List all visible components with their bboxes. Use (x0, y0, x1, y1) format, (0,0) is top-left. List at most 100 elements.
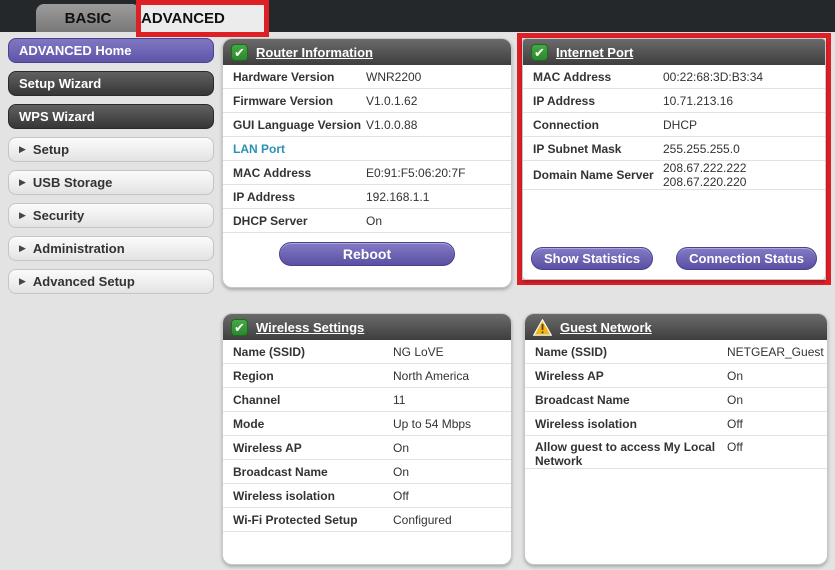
sidebar-item-label: ADVANCED Home (19, 43, 132, 58)
row-label: Allow guest to access My Local Network (535, 440, 716, 468)
row-value: 11 (393, 392, 406, 407)
wireless-settings-panel: ✔ Wireless Settings Name (SSID) NG LoVE Re… (222, 313, 512, 565)
sidebar-item-advanced-setup[interactable]: ▶ Advanced Setup (8, 269, 214, 294)
row-label: Broadcast Name (233, 464, 328, 479)
info-row: Wireless isolation Off (525, 412, 827, 436)
row-value: Off (727, 416, 743, 431)
router-information-header: ✔ Router Information (223, 39, 511, 65)
tab-advanced[interactable]: ADVANCED (141, 10, 264, 27)
chevron-right-icon: ▶ (19, 243, 26, 253)
info-row: MAC Address E0:91:F5:06:20:7F (223, 161, 511, 185)
sidebar-item-setup[interactable]: ▶ Setup (8, 137, 214, 162)
green-check-icon: ✔ (231, 43, 248, 61)
guest-network-panel: Guest Network Name (SSID) NETGEAR_Guest Wi… (524, 313, 828, 565)
warning-icon (533, 318, 552, 336)
row-label: Mode (233, 416, 265, 431)
sidebar-item-label: USB Storage (32, 175, 113, 190)
guest-network-rows: Name (SSID) NETGEAR_Guest Wireless AP On Bro… (525, 340, 827, 469)
sidebar-item-label: Setup (32, 142, 70, 157)
row-value: On (366, 213, 383, 228)
info-row: Firmware Version V1.0.1.62 (223, 89, 511, 113)
row-value: Off (393, 488, 409, 503)
row-label: Wi-Fi Protected Setup (233, 512, 358, 527)
internet-port-header: ✔ Internet Port (523, 39, 825, 65)
chevron-right-icon: ▶ (19, 144, 26, 154)
wireless-settings-rows: Name (SSID) NG LoVE Region North America Cha… (223, 340, 511, 532)
show-statistics-button[interactable]: Show Statistics (531, 247, 654, 270)
row-label: Wireless AP (233, 440, 302, 455)
row-value: Up to 54 Mbps (393, 416, 472, 431)
top-bar: BASIC ADVANCED (0, 0, 835, 37)
sidebar-item-advanced-home[interactable]: ADVANCED Home (8, 38, 214, 63)
sidebar-item-label: WPS Wizard (19, 109, 95, 124)
info-row: Mode Up to 54 Mbps (223, 412, 511, 436)
info-row: Name (SSID) NG LoVE (223, 340, 511, 364)
row-value: 10.71.213.16 (663, 93, 734, 108)
info-row: Wireless isolation Off (223, 484, 511, 508)
connection-status-button[interactable]: Connection Status (676, 247, 817, 270)
sidebar-item-label: Administration (32, 241, 125, 256)
row-value: V1.0.1.62 (366, 93, 418, 108)
row-value: On (727, 392, 744, 407)
router-information-rows: Hardware Version WNR2200 Firmware Version V… (223, 65, 511, 233)
info-row: IP Address 10.71.213.16 (523, 89, 825, 113)
sidebar: ADVANCED Home Setup Wizard WPS Wizard ▶ Setu… (8, 38, 214, 302)
guest-network-header: Guest Network (525, 314, 827, 340)
wireless-settings-header: ✔ Wireless Settings (223, 314, 511, 340)
row-label: IP Address (533, 93, 596, 108)
info-row: Wireless AP On (223, 436, 511, 460)
row-value: On (393, 464, 410, 479)
router-information-panel: ✔ Router Information Hardware Version WNR… (222, 38, 512, 288)
info-row: Wireless AP On (525, 364, 827, 388)
sidebar-item-label: Advanced Setup (32, 274, 135, 289)
row-label: Name (SSID) (233, 344, 306, 359)
row-label: IP Subnet Mask (533, 141, 622, 156)
row-value: North America (393, 368, 470, 383)
row-label: Firmware Version (233, 93, 334, 108)
row-value: Off (727, 440, 743, 454)
row-value: On (727, 368, 744, 383)
row-value: 255.255.255.0 (663, 141, 740, 156)
reboot-button[interactable]: Reboot (279, 242, 455, 266)
sidebar-item-label: Setup Wizard (19, 76, 102, 91)
router-information-title[interactable]: Router Information (256, 45, 373, 60)
sidebar-item-wps-wizard[interactable]: WPS Wizard (8, 104, 214, 129)
info-row: Connection DHCP (523, 113, 825, 137)
chevron-right-icon: ▶ (19, 210, 26, 220)
row-value: 208.67.222.222 208.67.220.220 (663, 161, 747, 189)
info-row: Hardware Version WNR2200 (223, 65, 511, 89)
guest-network-title[interactable]: Guest Network (560, 320, 652, 335)
row-value: NETGEAR_Guest (727, 344, 824, 359)
info-row: Allow guest to access My Local Network Of… (525, 436, 827, 469)
row-value: 192.168.1.1 (366, 189, 430, 204)
tab-basic[interactable]: BASIC (36, 4, 140, 32)
info-row: MAC Address 00:22:68:3D:B3:34 (523, 65, 825, 89)
wireless-settings-title[interactable]: Wireless Settings (256, 320, 364, 335)
row-value: DHCP (663, 117, 698, 132)
section-label: LAN Port (223, 137, 511, 161)
row-label: Wireless isolation (233, 488, 335, 503)
info-row: GUI Language Version V1.0.0.88 (223, 113, 511, 137)
sidebar-item-setup-wizard[interactable]: Setup Wizard (8, 71, 214, 96)
info-row: Domain Name Server 208.67.222.222 208.67.… (523, 161, 825, 190)
internet-port-highlight-box: ✔ Internet Port MAC Address 00:22:68:3D:B… (517, 33, 831, 285)
sidebar-item-usb-storage[interactable]: ▶ USB Storage (8, 170, 214, 195)
info-row: IP Subnet Mask 255.255.255.0 (523, 137, 825, 161)
row-label: MAC Address (533, 69, 612, 84)
row-label: IP Address (233, 189, 296, 204)
sidebar-item-security[interactable]: ▶ Security (8, 203, 214, 228)
row-value: WNR2200 (366, 69, 422, 84)
sidebar-item-label: Security (32, 208, 85, 223)
row-label: MAC Address (233, 165, 312, 180)
row-label: DHCP Server (233, 213, 308, 228)
row-label: Wireless isolation (535, 416, 637, 431)
info-row: Broadcast Name On (223, 460, 511, 484)
info-row: IP Address 192.168.1.1 (223, 185, 511, 209)
row-label: GUI Language Version (233, 117, 362, 132)
row-value: On (393, 440, 410, 455)
info-row: DHCP Server On (223, 209, 511, 233)
internet-port-title[interactable]: Internet Port (556, 45, 633, 60)
info-row: Channel 11 (223, 388, 511, 412)
sidebar-item-administration[interactable]: ▶ Administration (8, 236, 214, 261)
row-value: 00:22:68:3D:B3:34 (663, 69, 764, 84)
